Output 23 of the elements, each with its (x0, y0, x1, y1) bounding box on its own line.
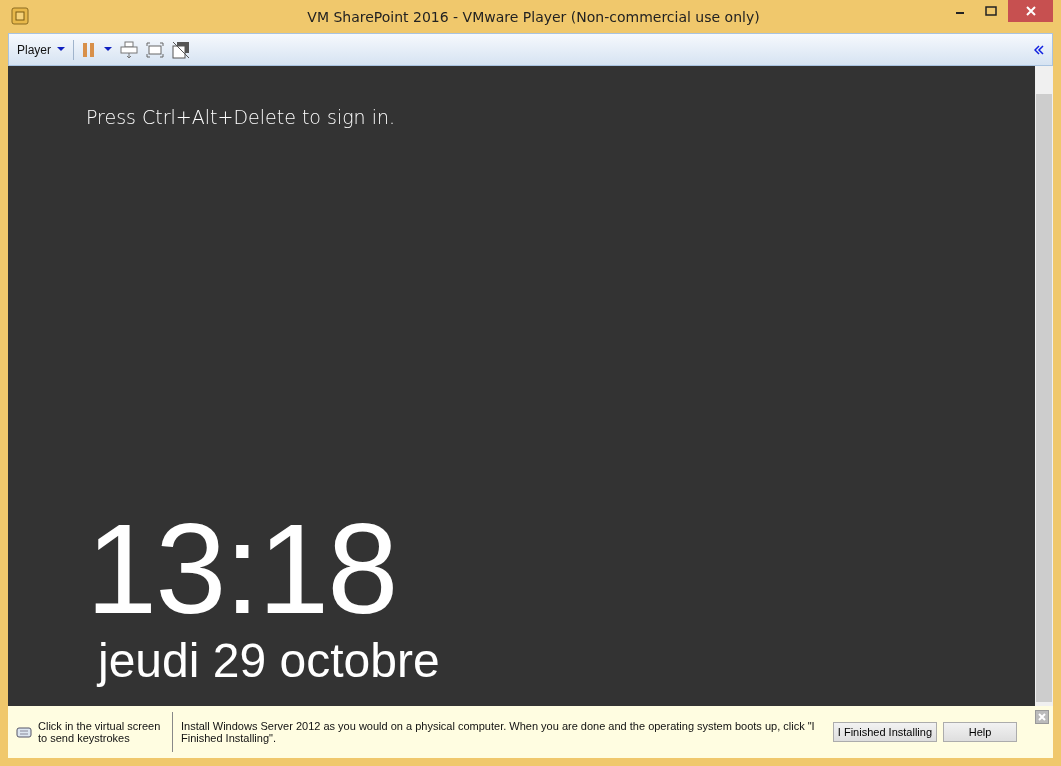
help-button[interactable]: Help (943, 722, 1017, 742)
vm-screen[interactable]: Press Ctrl+Alt+Delete to sign in. 13:18 jeudi 29 octobre (8, 66, 1035, 706)
close-button[interactable] (1008, 0, 1053, 22)
caret-icon (57, 47, 65, 52)
keyboard-hint: Click in the virtual screen to send keystrokes (38, 720, 162, 744)
sign-in-prompt: Press Ctrl+Alt+Delete to sign in. (86, 106, 397, 128)
app-icon (11, 6, 29, 25)
caret-icon[interactable] (104, 47, 112, 52)
close-icon (1037, 712, 1047, 722)
maximize-icon (985, 6, 997, 16)
finished-button[interactable]: I Finished Installing (832, 722, 937, 742)
keyboard-icon (16, 726, 32, 738)
collapse-icon[interactable] (1034, 44, 1044, 55)
close-button[interactable] (1035, 710, 1049, 724)
pause-button[interactable] (82, 42, 96, 57)
scrollbar[interactable] (1035, 66, 1053, 706)
fullscreen-icon[interactable] (146, 41, 164, 58)
close-icon (1024, 5, 1037, 17)
clock-date: jeudi 29 octobre (98, 633, 441, 688)
clock-time: 13:18 (86, 505, 398, 633)
player-menu[interactable]: Player (17, 42, 65, 57)
install-message: Install Windows Server 2012 as you would on a physical computer. When you are done and the operating system boots up, click "I Finished Installing". (171, 712, 821, 752)
window-title: VM SharePoint 2016 - VMware Player (Non-commercial use only) (306, 8, 761, 25)
